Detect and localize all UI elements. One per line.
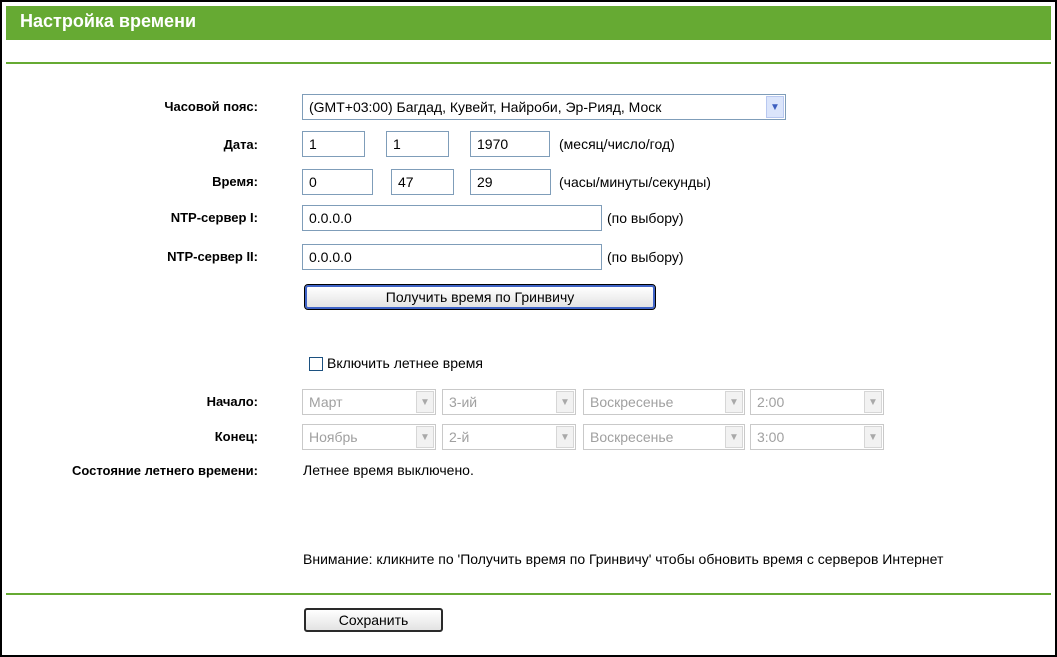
date-format-hint: (месяц/число/год) xyxy=(559,136,675,152)
date-day-input[interactable] xyxy=(386,131,449,157)
dst-start-week-value: 3-ий xyxy=(449,394,478,410)
ntp2-input[interactable] xyxy=(302,244,602,270)
timezone-value: (GMT+03:00) Багдад, Кувейт, Найроби, Эр-… xyxy=(309,99,662,115)
dst-end-month-value: Ноябрь xyxy=(309,429,358,445)
ntp2-hint: (по выбору) xyxy=(607,249,684,265)
dst-end-weekday-select[interactable]: Воскресенье ▼ xyxy=(583,424,745,450)
dst-start-week-select[interactable]: 3-ий ▼ xyxy=(442,389,576,415)
chevron-down-icon: ▼ xyxy=(416,426,434,448)
chevron-down-icon: ▼ xyxy=(864,426,882,448)
dst-start-month-value: Март xyxy=(309,394,343,410)
dst-checkbox-label[interactable]: Включить летнее время xyxy=(327,355,483,371)
dst-start-label: Начало: xyxy=(206,394,258,409)
ntp1-hint: (по выбору) xyxy=(607,210,684,226)
timezone-select[interactable]: (GMT+03:00) Багдад, Кувейт, Найроби, Эр-… xyxy=(302,94,786,120)
save-button[interactable]: Сохранить xyxy=(304,608,443,632)
dst-end-week-value: 2-й xyxy=(449,429,470,445)
chevron-down-icon: ▼ xyxy=(556,426,574,448)
title-bar: Настройка времени xyxy=(6,6,1051,40)
dst-end-month-select[interactable]: Ноябрь ▼ xyxy=(302,424,436,450)
time-hours-input[interactable] xyxy=(302,169,373,195)
ntp1-label: NTP-сервер I: xyxy=(170,210,258,225)
time-seconds-input[interactable] xyxy=(470,169,551,195)
dst-end-time-value: 3:00 xyxy=(757,429,785,445)
dst-end-weekday-value: Воскресенье xyxy=(590,429,674,445)
date-year-input[interactable] xyxy=(470,131,550,157)
dst-start-time-select[interactable]: 2:00 ▼ xyxy=(750,389,884,415)
time-format-hint: (часы/минуты/секунды) xyxy=(559,174,711,190)
get-gmt-button[interactable]: Получить время по Гринвичу xyxy=(304,284,656,310)
dst-status-label: Состояние летнего времени: xyxy=(71,463,258,478)
dst-start-month-select[interactable]: Март ▼ xyxy=(302,389,436,415)
dst-start-weekday-select[interactable]: Воскресенье ▼ xyxy=(583,389,745,415)
dst-start-time-value: 2:00 xyxy=(757,394,785,410)
dst-status-value: Летнее время выключено. xyxy=(303,462,474,478)
chevron-down-icon: ▼ xyxy=(556,391,574,413)
dst-end-time-select[interactable]: 3:00 ▼ xyxy=(750,424,884,450)
dst-start-weekday-value: Воскресенье xyxy=(590,394,674,410)
date-label: Дата: xyxy=(223,137,258,152)
chevron-down-icon: ▼ xyxy=(416,391,434,413)
bottom-divider xyxy=(6,593,1051,595)
time-minutes-input[interactable] xyxy=(391,169,454,195)
time-label: Время: xyxy=(212,174,258,189)
chevron-down-icon: ▼ xyxy=(725,391,743,413)
ntp1-input[interactable] xyxy=(302,205,602,231)
dst-end-label: Конец: xyxy=(214,429,258,444)
dst-end-week-select[interactable]: 2-й ▼ xyxy=(442,424,576,450)
timezone-label: Часовой пояс: xyxy=(164,99,258,114)
note-text: Внимание: кликните по 'Получить время по… xyxy=(303,551,944,567)
dst-checkbox[interactable] xyxy=(309,357,323,371)
chevron-down-icon: ▼ xyxy=(725,426,743,448)
ntp2-label: NTP-сервер II: xyxy=(167,249,258,264)
chevron-down-icon: ▼ xyxy=(864,391,882,413)
date-month-input[interactable] xyxy=(302,131,365,157)
page-title: Настройка времени xyxy=(20,11,197,31)
top-divider xyxy=(6,62,1051,64)
chevron-down-icon: ▼ xyxy=(766,96,784,118)
